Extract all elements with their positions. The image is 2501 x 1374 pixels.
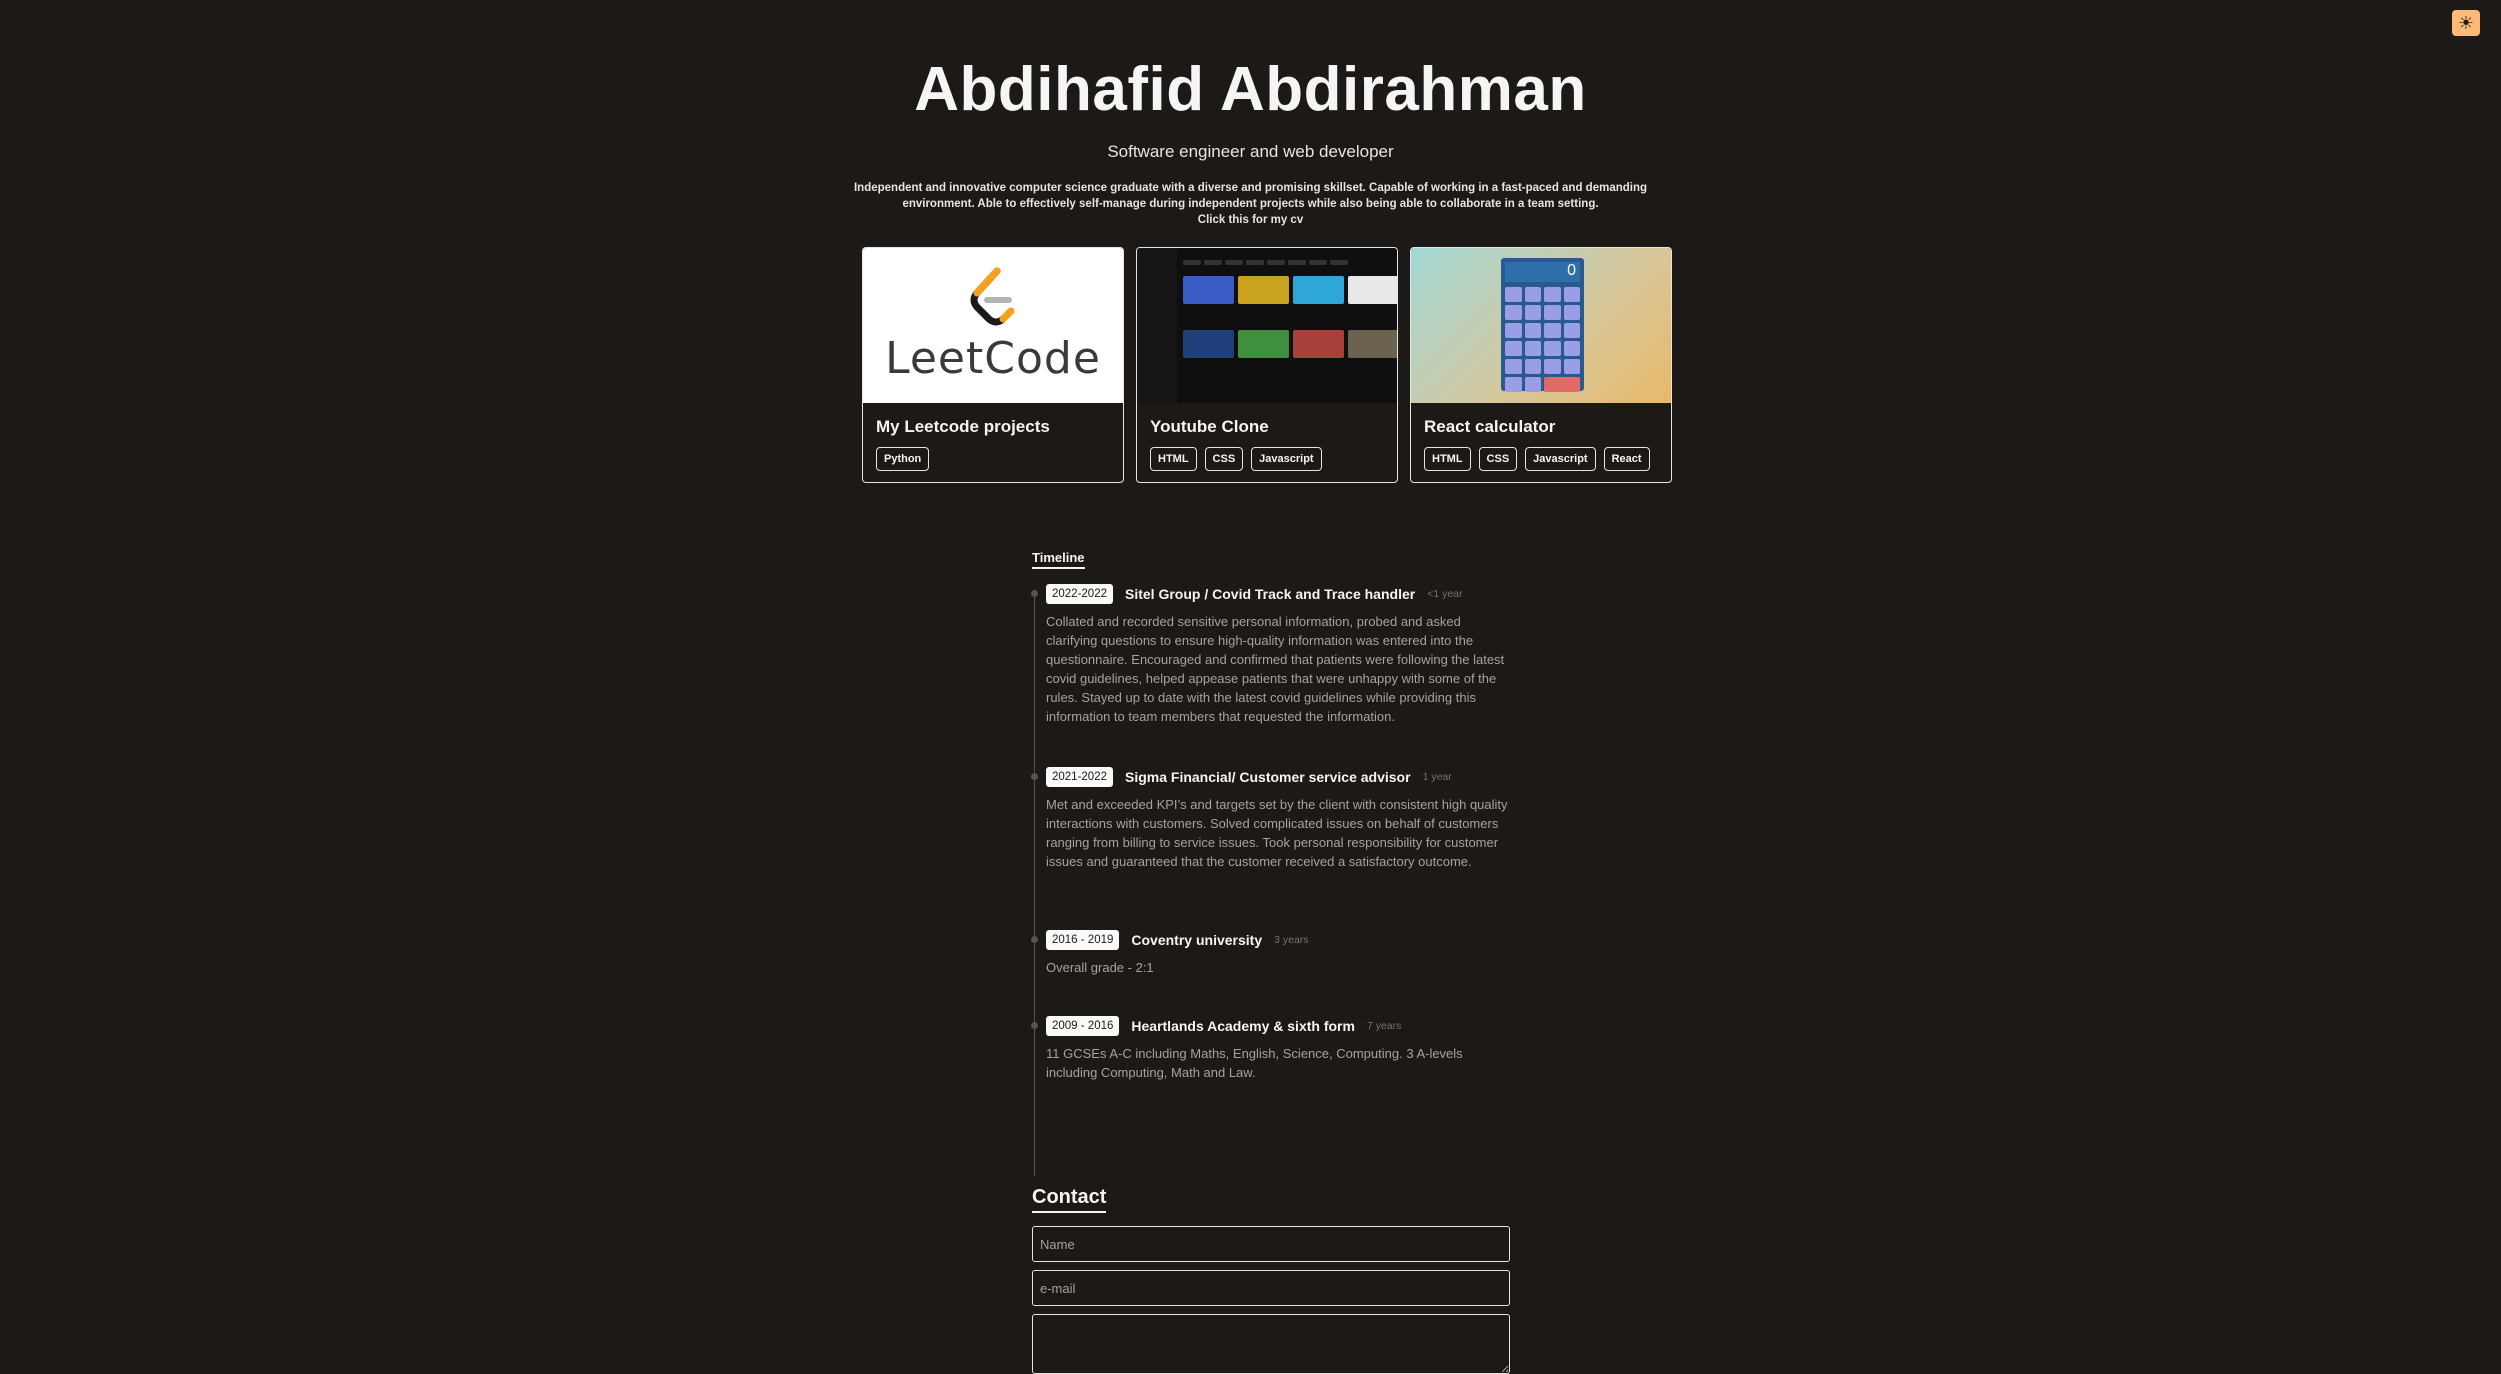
timeline-duration: 1 year: [1422, 771, 1452, 783]
timeline-description: Met and exceeded KPI’s and targets set b…: [1046, 797, 1508, 869]
leetcode-wordmark: LeetCode: [885, 333, 1101, 384]
tag-list: HTML CSS Javascript: [1150, 447, 1397, 471]
sun-icon: ☀: [2457, 12, 2475, 33]
timeline-item: 2021-2022 Sigma Financial/ Customer serv…: [1031, 767, 1512, 871]
timeline-duration: 7 years: [1366, 1020, 1402, 1032]
timeline-description: Overall grade - 2:1: [1046, 960, 1154, 975]
calculator-body: 0: [1501, 258, 1584, 392]
timeline-duration: 3 years: [1274, 934, 1309, 946]
projects-grid: LeetCode My Leetcode projects Python You…: [862, 247, 1672, 483]
email-input[interactable]: [1032, 1270, 1510, 1306]
timeline-description: 11 GCSEs A-C including Maths, English, S…: [1046, 1046, 1463, 1080]
page-title: Abdihafid Abdirahman: [914, 55, 1587, 124]
youtube-sidebar: [1137, 248, 1177, 403]
timeline-dot: [1031, 773, 1038, 780]
name-input[interactable]: [1032, 1226, 1510, 1262]
timeline-dot: [1031, 936, 1038, 943]
youtube-video-row: [1183, 330, 1397, 364]
timeline-description: Collated and recorded sensitive personal…: [1046, 614, 1505, 724]
calculator-thumbnail: 0: [1411, 248, 1671, 403]
header: Abdihafid Abdirahman Software engineer a…: [0, 50, 2501, 228]
project-card-leetcode[interactable]: LeetCode My Leetcode projects Python: [862, 247, 1124, 483]
timeline-section: Timeline 2022-2022 Sitel Group / Covid T…: [1031, 549, 1512, 1176]
tagline: Software engineer and web developer: [1107, 142, 1394, 161]
bio: Independent and innovative computer scie…: [846, 180, 1656, 228]
timeline-dot: [1031, 1022, 1038, 1029]
project-card-react-calculator[interactable]: 0 React calculator HTML CSS Javascript R…: [1410, 247, 1672, 483]
timeline-date: 2022-2022: [1046, 584, 1113, 604]
youtube-video-row: [1183, 276, 1397, 310]
leetcode-logo-icon: [970, 267, 1015, 326]
youtube-chips: [1183, 260, 1348, 265]
project-title: Youtube Clone: [1150, 417, 1269, 436]
project-title: React calculator: [1424, 417, 1556, 436]
youtube-clone-thumbnail: [1137, 248, 1397, 403]
tag-list: Python: [876, 447, 1123, 471]
timeline-date: 2016 - 2019: [1046, 930, 1120, 950]
timeline-date: 2009 - 2016: [1046, 1016, 1120, 1036]
timeline-title: Sitel Group / Covid Track and Trace hand…: [1125, 586, 1416, 602]
timeline-title: Heartlands Academy & sixth form: [1131, 1018, 1355, 1034]
bio-text: Independent and innovative computer scie…: [853, 182, 1648, 210]
timeline-item: 2022-2022 Sitel Group / Covid Track and …: [1031, 584, 1512, 726]
timeline-item: 2016 - 2019 Coventry university 3 years …: [1031, 930, 1512, 977]
tag: CSS: [1204, 447, 1244, 471]
message-input[interactable]: [1032, 1314, 1510, 1374]
timeline-title: Coventry university: [1131, 932, 1263, 948]
tag: Javascript: [1251, 447, 1322, 471]
project-card-youtube-clone[interactable]: Youtube Clone HTML CSS Javascript: [1136, 247, 1398, 483]
tag-list: HTML CSS Javascript React: [1424, 447, 1671, 471]
tag: Javascript: [1525, 447, 1596, 471]
timeline-dot: [1031, 590, 1038, 597]
tag: HTML: [1424, 447, 1471, 471]
contact-section: Contact: [1032, 1186, 1510, 1374]
tag: Python: [876, 447, 930, 471]
theme-toggle-button[interactable]: ☀: [2452, 10, 2480, 36]
leetcode-thumbnail: LeetCode: [863, 248, 1123, 403]
timeline-date: 2021-2022: [1046, 767, 1113, 787]
contact-heading: Contact: [1032, 1186, 1107, 1213]
tag: CSS: [1478, 447, 1518, 471]
project-title: My Leetcode projects: [876, 417, 1050, 436]
timeline-title: Sigma Financial/ Customer service adviso…: [1125, 769, 1411, 785]
calculator-keys: [1505, 287, 1580, 392]
cv-link[interactable]: Click this for my cv: [846, 212, 1656, 228]
timeline-duration: <1 year: [1427, 588, 1463, 600]
tag: HTML: [1150, 447, 1197, 471]
timeline-heading: Timeline: [1032, 550, 1085, 569]
timeline-item: 2009 - 2016 Heartlands Academy & sixth f…: [1031, 1016, 1512, 1082]
calculator-display: 0: [1505, 262, 1580, 282]
tag: React: [1603, 447, 1650, 471]
